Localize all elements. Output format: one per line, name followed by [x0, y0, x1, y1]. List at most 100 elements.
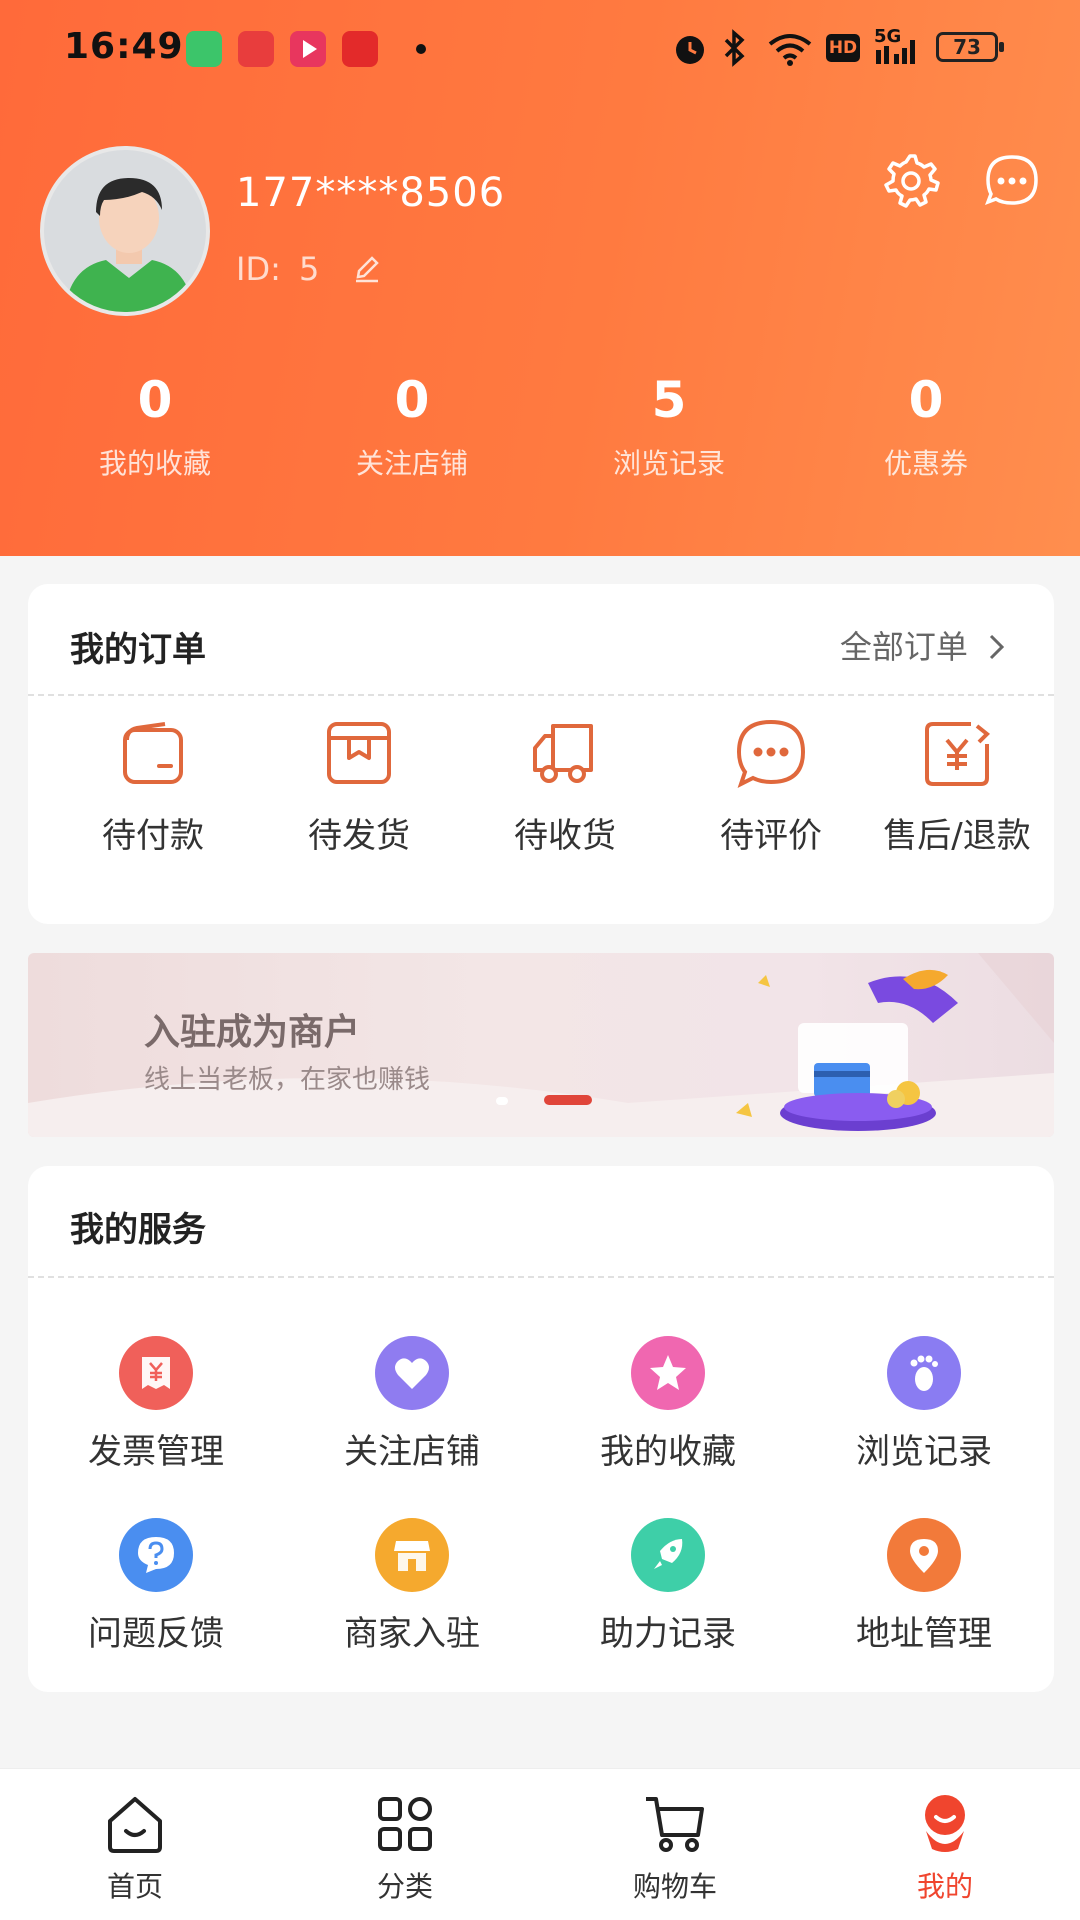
store-icon: [375, 1518, 449, 1592]
tab-category-label: 分类: [376, 1870, 433, 1903]
services-card: 我的服务 发票管理 关注店铺 我的收藏 浏览记录 问题反馈 商家入驻 助力记录 …: [28, 1166, 1054, 1692]
chevron-right-icon: [989, 634, 1005, 660]
order-refund[interactable]: 售后/退款: [854, 714, 1060, 857]
question-icon: [119, 1518, 193, 1592]
banner-title: 入驻成为商户: [144, 1012, 361, 1053]
profile-icon: [925, 1795, 965, 1852]
stat-favorites-value: 0: [137, 371, 173, 429]
order-refund-label: 售后/退款: [883, 816, 1031, 856]
service-address[interactable]: 地址管理: [796, 1518, 1052, 1655]
gift-box-illustration: [736, 969, 958, 1131]
service-feedback-label: 问题反馈: [88, 1614, 224, 1654]
service-boost-records-label: 助力记录: [600, 1614, 736, 1654]
bottom-tab-bar: 首页 分类 购物车 我的: [0, 1768, 1080, 1920]
user-phone: 177****8506: [236, 170, 506, 216]
rocket-icon: [631, 1518, 705, 1592]
notification-dot: [416, 44, 426, 54]
star-icon: [631, 1336, 705, 1410]
order-pending-payment[interactable]: 待付款: [50, 714, 256, 857]
service-followed-stores-label: 关注店铺: [344, 1432, 480, 1472]
wifi-icon: [768, 34, 812, 66]
bluetooth-icon: [724, 29, 745, 67]
status-bar: 16:49 HD 5G 73: [0, 0, 1080, 96]
stat-history-value: 5: [651, 371, 687, 429]
footprint-icon: [887, 1336, 961, 1410]
wallet-icon: [123, 722, 183, 784]
service-address-label: 地址管理: [856, 1614, 992, 1654]
avatar[interactable]: [40, 146, 210, 316]
service-invoice[interactable]: 发票管理: [28, 1336, 284, 1473]
invoice-icon: [119, 1336, 193, 1410]
stat-coupons-label: 优惠券: [883, 447, 968, 480]
profile-header: 16:49 HD 5G 73 177****8506 ID: 5 0 我的收藏 …: [0, 0, 1080, 556]
battery-indicator: 73: [936, 32, 1004, 62]
tab-profile-label: 我的: [916, 1870, 973, 1903]
merchant-banner[interactable]: 入驻成为商户 线上当老板，在家也赚钱: [28, 953, 1054, 1137]
tab-cart-label: 购物车: [632, 1870, 717, 1903]
service-invoice-label: 发票管理: [88, 1432, 224, 1472]
service-favorites[interactable]: 我的收藏: [540, 1336, 796, 1473]
tab-cart[interactable]: 购物车: [600, 1791, 750, 1905]
orders-title: 我的订单: [70, 630, 206, 670]
order-pending-receipt[interactable]: 待收货: [462, 714, 668, 857]
tab-home-label: 首页: [106, 1870, 163, 1903]
services-divider: [28, 1276, 1054, 1278]
service-feedback[interactable]: 问题反馈: [28, 1518, 284, 1655]
comment-icon: [736, 719, 806, 788]
order-pending-shipment-label: 待发货: [308, 816, 410, 856]
messages-app-icon: [186, 31, 222, 67]
banner-subtitle: 线上当老板，在家也赚钱: [144, 1065, 431, 1095]
tab-category[interactable]: 分类: [330, 1791, 480, 1905]
user-id-value: 5: [299, 250, 320, 288]
stat-followed-stores-label: 关注店铺: [355, 447, 468, 480]
service-boost-records[interactable]: 助力记录: [540, 1518, 796, 1655]
stat-coupons[interactable]: 0 优惠券: [791, 370, 1061, 490]
stat-favorites-label: 我的收藏: [98, 447, 211, 480]
order-pending-payment-label: 待付款: [102, 816, 204, 856]
tmall-app-icon: [342, 31, 378, 67]
stat-followed-stores-value: 0: [394, 371, 430, 429]
video-app-icon: [290, 31, 326, 67]
avatar-person-icon: [64, 178, 194, 312]
all-orders-link[interactable]: 全部订单: [840, 622, 1008, 668]
stat-history-label: 浏览记录: [612, 447, 725, 480]
edit-icon[interactable]: [352, 253, 382, 283]
tab-home[interactable]: 首页: [60, 1791, 210, 1905]
service-history[interactable]: 浏览记录: [796, 1336, 1052, 1473]
refund-icon: [925, 722, 990, 786]
xiaohongshu-app-icon: [238, 31, 274, 67]
stat-followed-stores[interactable]: 0 关注店铺: [277, 370, 547, 490]
service-favorites-label: 我的收藏: [600, 1432, 736, 1472]
stats-row: 0 我的收藏 0 关注店铺 5 浏览记录 0 优惠券: [0, 370, 1080, 490]
user-id-label: ID:: [236, 250, 281, 288]
status-time: 16:49: [64, 26, 184, 67]
all-orders-label: 全部订单: [839, 628, 968, 666]
orders-divider: [28, 694, 1054, 696]
user-id: ID: 5: [236, 250, 382, 288]
cart-icon: [646, 1797, 704, 1852]
settings-gear-icon[interactable]: [880, 150, 940, 210]
truck-icon: [533, 724, 593, 783]
service-merchant-join[interactable]: 商家入驻: [284, 1518, 540, 1655]
alarm-icon: [676, 36, 704, 64]
heart-icon: [375, 1336, 449, 1410]
package-icon: [327, 722, 391, 784]
tab-profile[interactable]: 我的: [870, 1791, 1020, 1905]
service-followed-stores[interactable]: 关注店铺: [284, 1336, 540, 1473]
location-icon: [887, 1518, 961, 1592]
order-pending-review[interactable]: 待评价: [668, 714, 874, 857]
service-history-label: 浏览记录: [856, 1432, 992, 1472]
orders-card: 我的订单 全部订单 待付款 待发货 待收货 待评价 售后/退款: [28, 584, 1054, 924]
stat-favorites[interactable]: 0 我的收藏: [20, 370, 290, 490]
order-pending-receipt-label: 待收货: [514, 816, 616, 856]
message-chat-icon[interactable]: [982, 150, 1042, 210]
stat-coupons-value: 0: [908, 371, 944, 429]
services-title: 我的服务: [70, 1210, 206, 1250]
stat-history[interactable]: 5 浏览记录: [534, 370, 804, 490]
carousel-dot-active[interactable]: [544, 1095, 592, 1105]
category-icon: [378, 1797, 432, 1851]
order-pending-shipment[interactable]: 待发货: [256, 714, 462, 857]
carousel-dot[interactable]: [496, 1097, 508, 1105]
service-merchant-join-label: 商家入驻: [344, 1614, 480, 1654]
order-pending-review-label: 待评价: [720, 816, 822, 856]
